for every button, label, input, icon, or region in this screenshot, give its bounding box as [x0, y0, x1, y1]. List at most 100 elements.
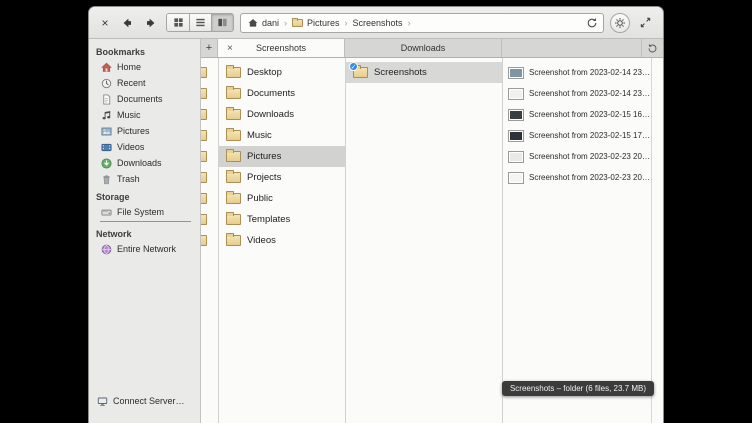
folder-icon	[201, 67, 207, 78]
column-tail	[651, 58, 663, 423]
folder-row-templates[interactable]: Templates	[219, 209, 345, 230]
home-icon	[100, 62, 112, 73]
parent-column-item[interactable]	[201, 104, 218, 125]
parent-column-item[interactable]	[201, 146, 218, 167]
status-tooltip: Screenshots – folder (6 files, 23.7 MB)	[502, 381, 654, 396]
sidebar: Bookmarks Home Recent Documents Music Pi…	[89, 39, 201, 423]
sidebar-item-documents[interactable]: Documents	[89, 91, 200, 107]
settings-button[interactable]	[610, 13, 630, 33]
network-icon	[100, 244, 112, 255]
tab-close-button[interactable]: ×	[227, 39, 233, 57]
sidebar-item-label: Videos	[117, 142, 144, 152]
gear-icon	[614, 17, 626, 29]
folder-row-music[interactable]: Music	[219, 125, 345, 146]
sidebar-item-label: Recent	[117, 78, 146, 88]
sidebar-item-filesystem[interactable]: File System	[89, 204, 200, 220]
column-screenshots: Screenshot from 2023-02-14 23… Screensho…	[502, 58, 651, 423]
forward-button[interactable]	[142, 14, 160, 32]
folder-row-downloads[interactable]: Downloads	[219, 104, 345, 125]
restore-tab-button[interactable]	[641, 39, 663, 57]
forward-icon	[145, 17, 157, 29]
file-thumbnail	[508, 130, 524, 142]
folder-row-label: Documents	[247, 88, 295, 99]
file-row[interactable]: Screenshot from 2023-02-15 17…	[503, 125, 651, 146]
parent-column-item[interactable]	[201, 167, 218, 188]
breadcrumb-screenshots[interactable]: Screenshots	[351, 18, 405, 28]
column-view-icon	[217, 17, 228, 28]
fullscreen-button[interactable]	[636, 14, 654, 32]
folder-icon	[226, 88, 241, 99]
parent-column-item[interactable]	[201, 62, 218, 83]
folder-icon	[201, 151, 207, 162]
parent-column-strip	[201, 58, 218, 423]
list-view-icon	[195, 17, 206, 28]
back-button[interactable]	[118, 14, 136, 32]
parent-column-item[interactable]	[201, 125, 218, 146]
folder-row-videos[interactable]: Videos	[219, 230, 345, 251]
folder-icon	[201, 214, 207, 225]
list-view-button[interactable]	[189, 14, 211, 31]
parent-column-item[interactable]	[201, 188, 218, 209]
folder-row-label: Public	[247, 193, 273, 204]
sidebar-item-pictures[interactable]: Pictures	[89, 123, 200, 139]
parent-column-item[interactable]	[201, 230, 218, 251]
music-icon	[100, 110, 112, 121]
folder-icon	[292, 19, 303, 27]
downloads-icon	[100, 158, 112, 169]
sidebar-item-music[interactable]: Music	[89, 107, 200, 123]
trash-icon	[100, 174, 112, 185]
folder-row-documents[interactable]: Documents	[219, 83, 345, 104]
file-row[interactable]: Screenshot from 2023-02-14 23…	[503, 62, 651, 83]
sidebar-item-home[interactable]: Home	[89, 59, 200, 75]
folder-row-pictures[interactable]: Pictures	[219, 146, 345, 167]
refresh-button[interactable]	[586, 17, 598, 29]
file-thumbnail	[508, 88, 524, 100]
folder-row-label: Videos	[247, 235, 276, 246]
chevron-right-icon: ›	[283, 18, 288, 28]
sidebar-item-entire-network[interactable]: Entire Network	[89, 241, 200, 257]
file-row[interactable]: Screenshot from 2023-02-23 20…	[503, 146, 651, 167]
breadcrumb-pictures[interactable]: Pictures	[290, 18, 342, 28]
folder-icon	[201, 193, 207, 204]
pictures-icon	[100, 126, 112, 137]
documents-icon	[100, 94, 112, 105]
breadcrumb-label: dani	[262, 18, 279, 28]
selected-check-icon: ✓	[349, 62, 358, 71]
sidebar-item-downloads[interactable]: Downloads	[89, 155, 200, 171]
file-row[interactable]: Screenshot from 2023-02-14 23…	[503, 83, 651, 104]
breadcrumb-label: Pictures	[307, 18, 340, 28]
folder-icon	[226, 235, 241, 246]
path-bar[interactable]: dani › Pictures › Screenshots ›	[240, 13, 604, 33]
folder-row-public[interactable]: Public	[219, 188, 345, 209]
file-thumbnail	[508, 109, 524, 121]
file-row[interactable]: Screenshot from 2023-02-15 16…	[503, 104, 651, 125]
file-row[interactable]: Screenshot from 2023-02-23 20…	[503, 167, 651, 188]
folder-row-label: Pictures	[247, 151, 281, 162]
column-view-button[interactable]	[211, 14, 233, 31]
tab-downloads[interactable]: Downloads	[345, 39, 502, 57]
content-area: + × Screenshots Downloads	[201, 39, 663, 423]
sidebar-item-videos[interactable]: Videos	[89, 139, 200, 155]
file-thumbnail	[508, 151, 524, 163]
new-tab-button[interactable]: +	[201, 39, 218, 57]
folder-row-desktop[interactable]: Desktop	[219, 62, 345, 83]
server-icon	[97, 396, 108, 407]
parent-column-item[interactable]	[201, 209, 218, 230]
folder-row-screenshots[interactable]: ✓ Screenshots	[346, 62, 502, 83]
folder-row-projects[interactable]: Projects	[219, 167, 345, 188]
breadcrumb-home[interactable]: dani	[246, 18, 281, 28]
sidebar-item-recent[interactable]: Recent	[89, 75, 200, 91]
connect-server-button[interactable]: Connect Server…	[89, 393, 200, 409]
grid-view-button[interactable]	[167, 14, 189, 31]
sidebar-item-trash[interactable]: Trash	[89, 171, 200, 187]
sidebar-item-label: File System	[117, 207, 164, 217]
folder-icon	[201, 130, 207, 141]
sidebar-item-label: Home	[117, 62, 141, 72]
sidebar-item-label: Documents	[117, 94, 163, 104]
window-close-button[interactable]: ×	[98, 15, 112, 31]
main-area: Bookmarks Home Recent Documents Music Pi…	[89, 39, 663, 423]
parent-column-item[interactable]	[201, 83, 218, 104]
folder-icon	[201, 172, 207, 183]
folder-icon	[226, 214, 241, 225]
tab-screenshots[interactable]: × Screenshots	[218, 39, 345, 57]
